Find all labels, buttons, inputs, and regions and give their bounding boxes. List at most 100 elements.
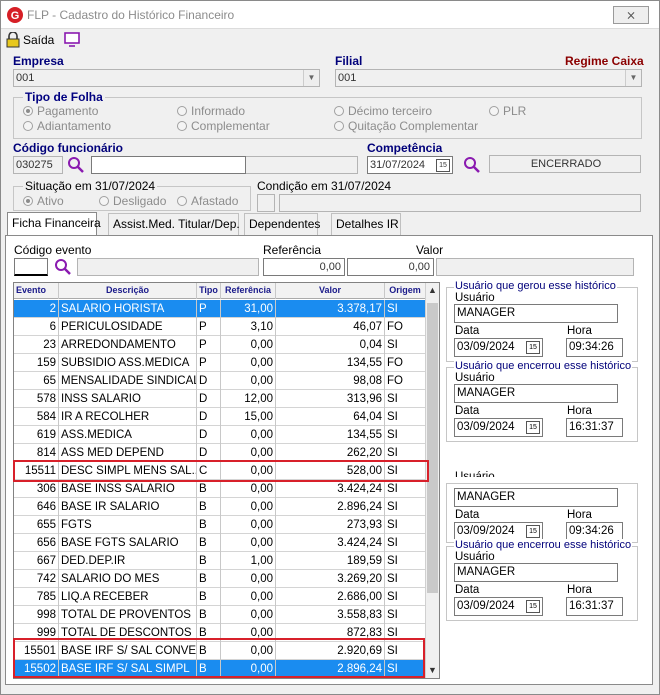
col-referencia[interactable]: Referência — [221, 283, 276, 299]
calendar-icon[interactable]: 15 — [436, 159, 450, 172]
scrollbar-thumb[interactable] — [427, 303, 438, 593]
gerou-block-2-user-field[interactable]: MANAGER — [454, 488, 618, 507]
radio-desligado[interactable]: Desligado — [99, 194, 166, 208]
status-field: ENCERRADO — [489, 155, 641, 173]
radio-afastado[interactable]: Afastado — [177, 194, 238, 208]
situacao-label: Situação em 31/07/2024 — [23, 179, 158, 193]
gerou-block-1-user-field[interactable]: MANAGER — [454, 304, 618, 323]
gerou-block-1-date-field[interactable]: 03/09/2024 15 — [454, 338, 543, 357]
table-cell-evento: 65 — [14, 372, 59, 390]
table-row[interactable]: 656 BASE FGTS SALARIO B 0,00 3.424,24 SI — [14, 534, 426, 552]
col-evento[interactable]: Evento — [14, 283, 59, 299]
table-cell-valor: 313,96 — [276, 390, 385, 408]
grid-header: Evento Descrição Tipo Referência Valor O… — [14, 283, 426, 299]
competencia-date-field[interactable]: 31/07/2024 15 — [367, 156, 453, 174]
table-row[interactable]: 23 ARREDONDAMENTO P 0,00 0,04 SI — [14, 336, 426, 354]
scroll-up-icon[interactable]: ▲ — [428, 285, 437, 295]
table-cell-evento: 306 — [14, 480, 59, 498]
table-cell-origem: SI — [385, 300, 426, 318]
tab-detalhes-ir[interactable]: Detalhes IR — [331, 213, 401, 235]
monitor-icon[interactable] — [64, 32, 80, 47]
table-cell-origem: SI — [385, 426, 426, 444]
table-cell-referencia: 0,00 — [221, 426, 276, 444]
chevron-down-icon[interactable]: ▼ — [303, 70, 319, 86]
radio-adiantamento[interactable]: Adiantamento — [23, 119, 111, 133]
table-row[interactable]: 584 IR A RECOLHER D 15,00 64,04 SI — [14, 408, 426, 426]
gerou-block-1-hora-label: Hora — [567, 325, 592, 337]
table-row[interactable]: 159 SUBSIDIO ASS.MEDICA P 0,00 134,55 FO — [14, 354, 426, 372]
encerrou-block-1-date-field[interactable]: 03/09/2024 15 — [454, 418, 543, 437]
calendar-icon[interactable]: 15 — [526, 600, 540, 613]
table-cell-referencia: 0,00 — [221, 480, 276, 498]
table-cell-evento: 23 — [14, 336, 59, 354]
tab-dependentes[interactable]: Dependentes — [244, 213, 320, 235]
lock-icon[interactable] — [6, 32, 20, 48]
tab-assist-med[interactable]: Assist.Med. Titular/Dep. — [108, 213, 240, 235]
table-cell-descricao: PERICULOSIDADE — [59, 318, 197, 336]
svg-text:G: G — [11, 10, 20, 22]
funcionario-code-field[interactable]: 030275 — [13, 156, 63, 174]
chevron-down-icon[interactable]: ▼ — [625, 70, 641, 86]
table-row[interactable]: 655 FGTS B 0,00 273,93 SI — [14, 516, 426, 534]
empresa-select[interactable]: 001 ▼ — [13, 69, 320, 87]
table-row[interactable]: 619 ASS.MEDICA D 0,00 134,55 SI — [14, 426, 426, 444]
table-cell-tipo: B — [197, 534, 221, 552]
col-origem[interactable]: Origem — [385, 283, 426, 299]
table-cell-valor: 3.558,83 — [276, 606, 385, 624]
radio-complementar[interactable]: Complementar — [177, 119, 270, 133]
condicao-code-field[interactable] — [257, 194, 275, 212]
table-cell-referencia: 12,00 — [221, 390, 276, 408]
encerrou-block-1-user-field[interactable]: MANAGER — [454, 384, 618, 403]
funcionario-name-field[interactable] — [91, 156, 246, 174]
filial-select[interactable]: 001 ▼ — [335, 69, 642, 87]
encerrou-block-2-user-field[interactable]: MANAGER — [454, 563, 618, 582]
radio-plr[interactable]: PLR — [489, 104, 526, 118]
table-cell-tipo: B — [197, 516, 221, 534]
table-row[interactable]: 306 BASE INSS SALARIO B 0,00 3.424,24 SI — [14, 480, 426, 498]
valor-label: Valor — [416, 243, 444, 257]
table-row[interactable]: 742 SALARIO DO MES B 0,00 3.269,20 SI — [14, 570, 426, 588]
close-button[interactable]: ⨯ — [613, 6, 649, 24]
tab-ficha-financeira[interactable]: Ficha Financeira — [7, 212, 101, 236]
scroll-down-icon[interactable]: ▼ — [428, 665, 437, 675]
table-cell-tipo: P — [197, 336, 221, 354]
gerou-block-1-time-field[interactable]: 09:34:26 — [566, 338, 623, 357]
col-tipo[interactable]: Tipo — [197, 283, 221, 299]
table-row[interactable]: 785 LIQ.A RECEBER B 0,00 2.686,00 SI — [14, 588, 426, 606]
search-icon[interactable] — [67, 156, 85, 174]
valor-field[interactable]: 0,00 — [347, 258, 434, 276]
calendar-icon[interactable]: 15 — [526, 525, 540, 538]
col-valor[interactable]: Valor — [276, 283, 385, 299]
col-descricao[interactable]: Descrição — [59, 283, 197, 299]
table-row[interactable]: 578 INSS SALARIO D 12,00 313,96 SI — [14, 390, 426, 408]
table-cell-evento: 159 — [14, 354, 59, 372]
table-cell-referencia: 0,00 — [221, 570, 276, 588]
radio-ativo[interactable]: Ativo — [23, 194, 64, 208]
table-cell-valor: 134,55 — [276, 426, 385, 444]
encerrou-block-1-time-field[interactable]: 16:31:37 — [566, 418, 623, 437]
radio-quitacao-complementar[interactable]: Quitação Complementar — [334, 119, 478, 133]
table-row[interactable]: 65 MENSALIDADE SINDICAL D 0,00 98,08 FO — [14, 372, 426, 390]
encerrou-block-2-date-field[interactable]: 03/09/2024 15 — [454, 597, 543, 616]
calendar-icon[interactable]: 15 — [526, 341, 540, 354]
table-cell-descricao: SUBSIDIO ASS.MEDICA — [59, 354, 197, 372]
referencia-field[interactable]: 0,00 — [263, 258, 345, 276]
encerrou-block-2-title: Usuário que encerrou esse histórico — [454, 539, 633, 551]
radio-decimo-terceiro[interactable]: Décimo terceiro — [334, 104, 432, 118]
search-icon[interactable] — [463, 156, 481, 174]
table-row[interactable]: 667 DED.DEP.IR B 1,00 189,59 SI — [14, 552, 426, 570]
table-cell-tipo: B — [197, 570, 221, 588]
encerrou-block-1-data-label: Data — [455, 405, 480, 417]
codigo-evento-field[interactable] — [14, 258, 48, 276]
calendar-icon[interactable]: 15 — [526, 421, 540, 434]
table-row[interactable]: 998 TOTAL DE PROVENTOS B 0,00 3.558,83 SI — [14, 606, 426, 624]
encerrou-block-2-time-field[interactable]: 16:31:37 — [566, 597, 623, 616]
radio-informado[interactable]: Informado — [177, 104, 245, 118]
radio-pagamento[interactable]: Pagamento — [23, 104, 98, 118]
table-row[interactable]: 646 BASE IR SALARIO B 0,00 2.896,24 SI — [14, 498, 426, 516]
table-cell-origem: SI — [385, 534, 426, 552]
table-row[interactable]: 6 PERICULOSIDADE P 3,10 46,07 FO — [14, 318, 426, 336]
table-row[interactable]: 2 SALARIO HORISTA P 31,00 3.378,17 SI — [14, 300, 426, 318]
search-icon[interactable] — [54, 258, 72, 276]
exit-button[interactable]: Saída — [23, 33, 54, 47]
